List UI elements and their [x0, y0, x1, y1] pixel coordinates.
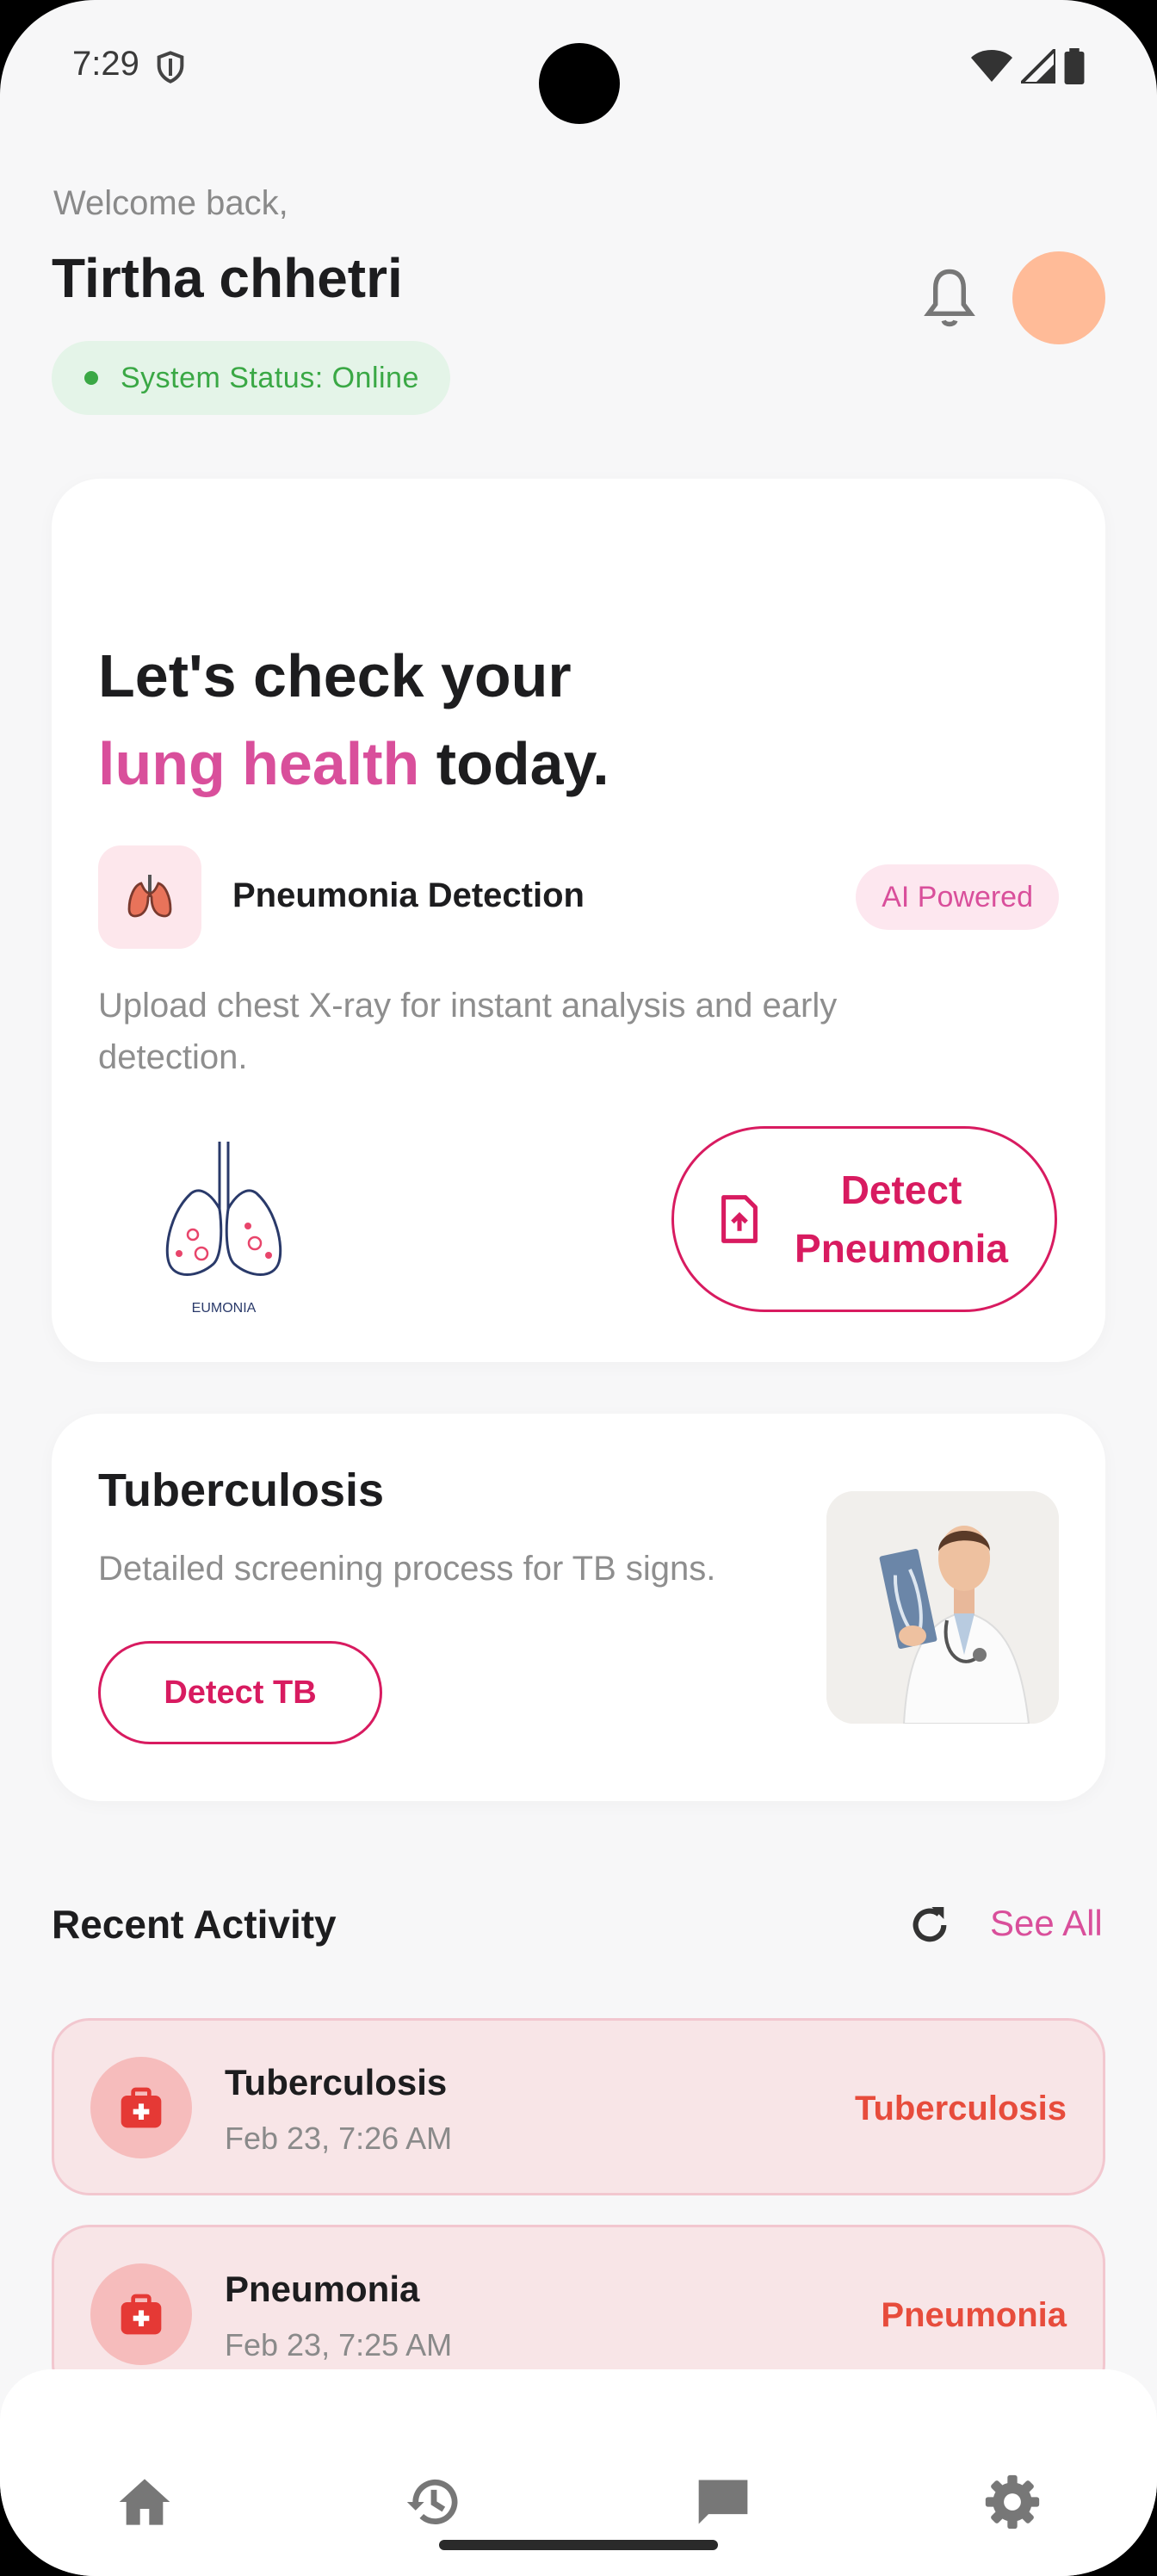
- see-all-link[interactable]: See All: [990, 1903, 1103, 1944]
- notification-bell-icon[interactable]: [921, 267, 978, 332]
- chat-icon: [698, 2480, 748, 2524]
- doctor-xray-image: [826, 1491, 1059, 1724]
- status-icons: [971, 48, 1085, 84]
- activity-result: Pneumonia: [881, 2296, 1067, 2334]
- hero-title-line1: Let's check your: [98, 642, 572, 709]
- settings-icon: [985, 2474, 1040, 2530]
- lungs-icon: [127, 875, 172, 918]
- nav-home[interactable]: [110, 2468, 179, 2536]
- wifi-icon: [971, 50, 1012, 82]
- activity-name: Tuberculosis: [225, 2062, 448, 2102]
- home-icon: [119, 2479, 170, 2525]
- illustration-caption: EUMONIA: [192, 1301, 257, 1316]
- welcome-text: Welcome back,: [53, 184, 288, 222]
- tuberculosis-card: Tuberculosis Detailed screening process …: [52, 1414, 1105, 1801]
- activity-item[interactable]: Tuberculosis Feb 23, 7:26 AM Tuberculosi…: [52, 2018, 1105, 2195]
- detect-pneumonia-label: Detect Pneumonia: [795, 1167, 1008, 1271]
- front-camera: [539, 43, 620, 124]
- activity-name: Pneumonia: [225, 2269, 420, 2309]
- nav-history[interactable]: [399, 2468, 468, 2536]
- shield-icon: [157, 51, 184, 84]
- app-screen: 7:29 Welcome back, Tirtha chhetri System…: [0, 0, 1157, 2576]
- medical-kit-icon-bg: [90, 2263, 192, 2365]
- status-time: 7:29: [72, 45, 139, 83]
- lungs-icon-box: [98, 845, 201, 949]
- history-icon: [406, 2479, 458, 2524]
- lung-illustration: EUMONIA: [165, 1142, 282, 1316]
- home-indicator[interactable]: [439, 2540, 718, 2550]
- detect-tb-button[interactable]: Detect TB: [98, 1641, 382, 1744]
- user-avatar[interactable]: [1012, 251, 1105, 344]
- nav-settings[interactable]: [978, 2468, 1047, 2536]
- pneumonia-hero-card: Let's check your lung health today. Pneu…: [52, 479, 1105, 1362]
- tb-description: Detailed screening process for TB signs.: [98, 1550, 716, 1588]
- battery-icon: [1064, 48, 1085, 84]
- activity-result: Tuberculosis: [855, 2090, 1067, 2127]
- medical-kit-icon: [121, 2294, 162, 2335]
- activity-time: Feb 23, 7:26 AM: [225, 2121, 453, 2156]
- feature-name: Pneumonia Detection: [232, 876, 585, 914]
- tb-title: Tuberculosis: [98, 1464, 385, 1516]
- signal-icon: [1021, 49, 1055, 84]
- refresh-icon[interactable]: [906, 1901, 954, 1949]
- hero-title: Let's check your lung health today.: [98, 632, 609, 808]
- nav-chat[interactable]: [689, 2468, 758, 2536]
- hero-title-rest: today.: [419, 730, 609, 797]
- activity-time: Feb 23, 7:25 AM: [225, 2327, 453, 2362]
- recent-activity-title: Recent Activity: [52, 1902, 337, 1947]
- medical-kit-icon: [121, 2087, 162, 2128]
- doctor-illustration: [826, 1491, 1059, 1724]
- system-status-badge: System Status: Online: [52, 341, 450, 415]
- medical-kit-icon-bg: [90, 2057, 192, 2158]
- user-name: Tirtha chhetri: [52, 247, 403, 309]
- ai-powered-badge: AI Powered: [856, 864, 1059, 930]
- detect-pneumonia-button[interactable]: Detect Pneumonia: [671, 1126, 1057, 1312]
- system-status-text: System Status: Online: [121, 361, 419, 394]
- upload-file-icon: [721, 1195, 758, 1243]
- hero-title-highlight: lung health: [98, 730, 420, 797]
- status-dot: [84, 371, 98, 385]
- hero-description: Upload chest X-ray for instant analysis …: [98, 987, 838, 1076]
